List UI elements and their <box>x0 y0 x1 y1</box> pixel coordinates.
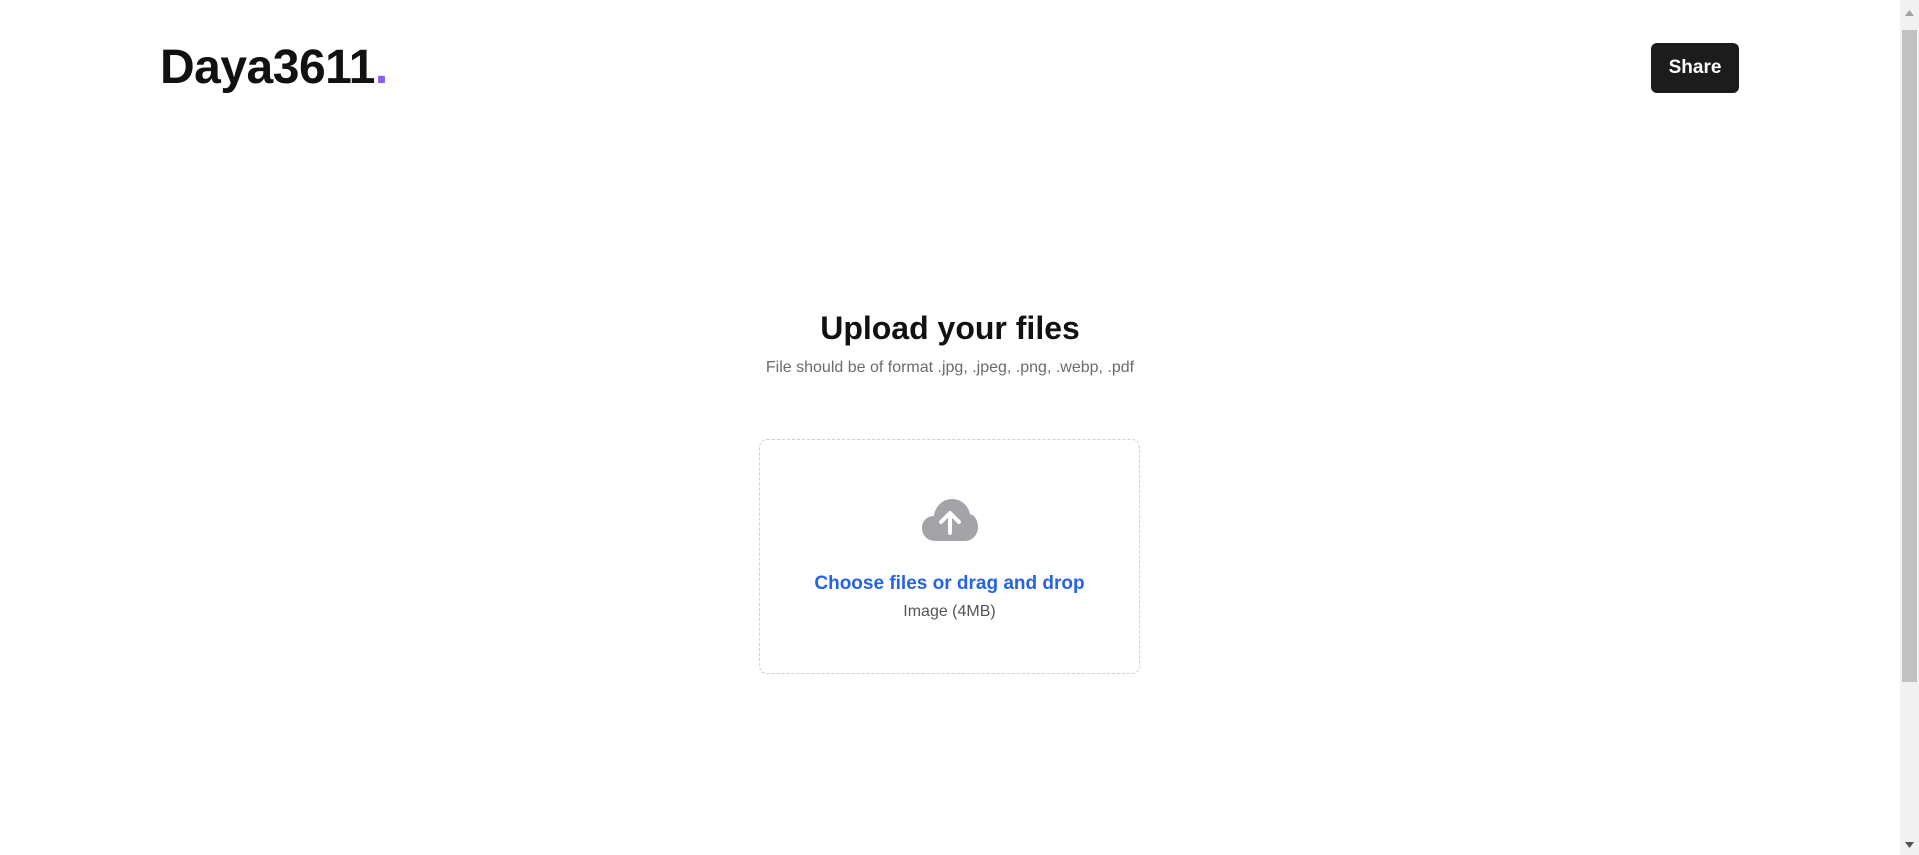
logo[interactable]: Daya3611. <box>160 38 388 98</box>
format-hint: File should be of format .jpg, .jpeg, .p… <box>765 359 1135 376</box>
scroll-down-icon[interactable] <box>1900 836 1919 853</box>
file-dropzone[interactable]: Choose files or drag and drop Image (4MB… <box>759 439 1140 674</box>
page-title: Upload your files <box>820 310 1080 346</box>
scrollbar-thumb[interactable] <box>1902 30 1917 682</box>
scroll-up-icon[interactable] <box>1900 4 1919 21</box>
cloud-upload-icon <box>922 499 978 541</box>
logo-dot: . <box>374 41 388 94</box>
share-button[interactable]: Share <box>1651 43 1739 93</box>
choose-files-link[interactable]: Choose files or drag and drop <box>760 572 1139 596</box>
page: Daya3611. Share Upload your files File s… <box>0 0 1900 855</box>
file-size-hint: Image (4MB) <box>903 603 996 620</box>
vertical-scrollbar[interactable] <box>1900 0 1919 855</box>
logo-text: Daya3611 <box>160 41 375 94</box>
